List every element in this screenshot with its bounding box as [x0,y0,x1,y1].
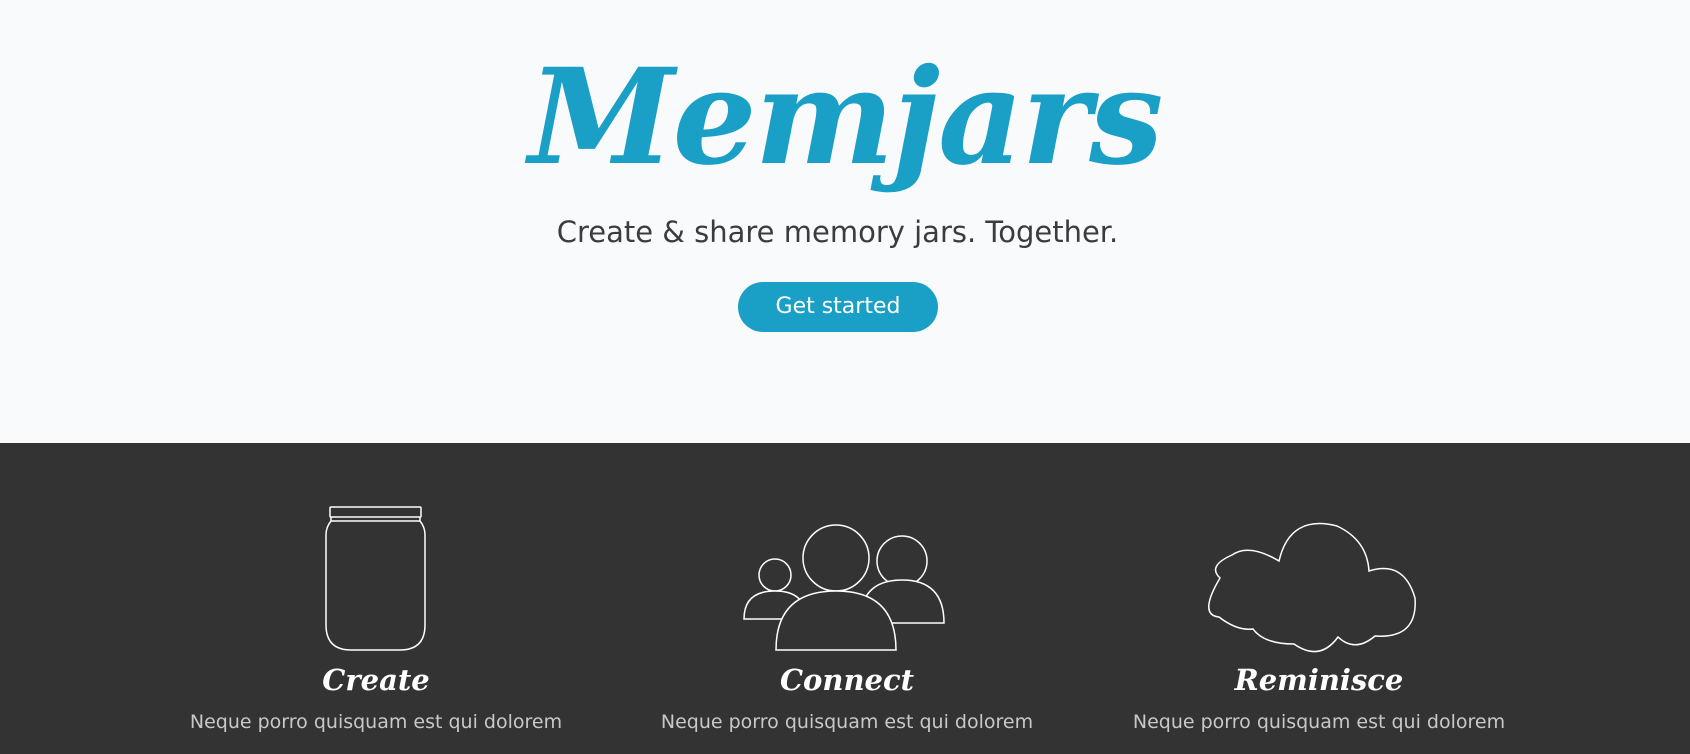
get-started-button[interactable]: Get started [738,282,938,332]
tagline: Create & share memory jars. Together. [556,215,1119,249]
feature-title-connect: Connect [779,663,915,697]
feature-title-reminisce: Reminisce [1234,663,1404,697]
logo: Memjars [528,40,1164,195]
feature-reminisce: Reminisce Neque porro quisquam est qui d… [1099,443,1539,754]
feature-connect: Connect Neque porro quisquam est qui dol… [627,443,1067,754]
feature-description-reminisce: Neque porro quisquam est qui dolorem [1132,711,1506,733]
hero-section: Memjars Create & share memory jars. Toge… [0,0,1690,443]
jar-icon [325,506,426,651]
cloud-icon [1208,522,1416,653]
feature-description-create: Neque porro quisquam est qui dolorem [189,711,563,733]
people-group-icon [743,524,945,651]
feature-title-create: Create [322,663,430,697]
feature-create: Create Neque porro quisquam est qui dolo… [156,443,596,754]
feature-description-connect: Neque porro quisquam est qui dolorem [660,711,1034,733]
features-section: Create Neque porro quisquam est qui dolo… [0,443,1690,754]
